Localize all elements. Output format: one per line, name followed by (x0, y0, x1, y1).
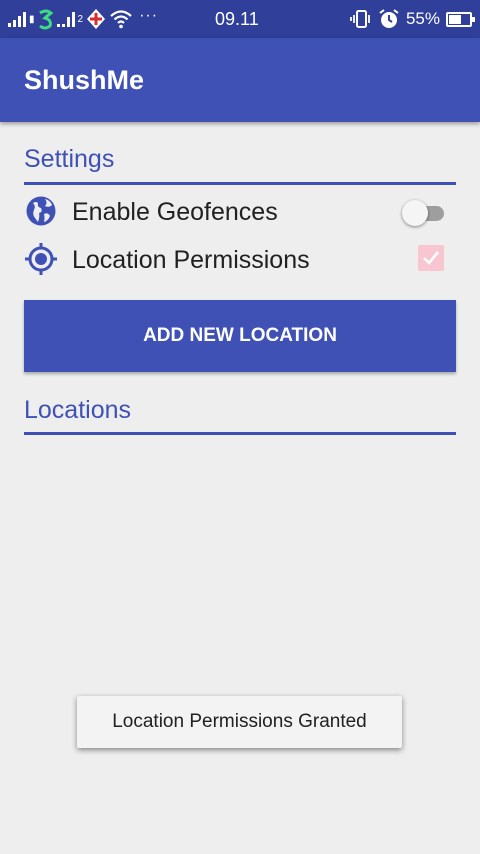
app-title: ShushMe (24, 65, 145, 95)
signal-strength-icon (8, 11, 26, 27)
status-time: 09.11 (215, 9, 259, 29)
signal-strength-2-icon (56, 11, 75, 27)
vibrate-icon (350, 10, 370, 28)
carrier-logo-icon (38, 9, 53, 30)
add-new-location-button[interactable]: ADD NEW LOCATION (24, 300, 456, 372)
locations-list (24, 436, 456, 686)
sim2-indicator: 2 (77, 13, 84, 25)
enable-geofences-row: Enable Geofences (24, 190, 456, 234)
battery-percent: 55% (405, 9, 440, 28)
locations-divider (24, 432, 456, 435)
status-bar: ▮ 2 ··· 09.11 55% (0, 0, 480, 38)
app-bar: ShushMe (0, 38, 480, 122)
status-icons-right: 55% (350, 8, 475, 30)
my-location-icon (25, 243, 57, 275)
toast-message: Location Permissions Granted (77, 696, 402, 748)
sim1-indicator: ▮ (29, 13, 35, 25)
battery-icon (446, 11, 475, 27)
location-permissions-row: Location Permissions (24, 238, 456, 282)
enable-geofences-switch[interactable] (402, 198, 444, 226)
status-icons-left: ▮ 2 ··· (8, 7, 158, 31)
checkmark-icon (423, 251, 440, 265)
alarm-icon (379, 9, 399, 28)
locations-section-title: Locations (24, 396, 132, 424)
settings-section-title: Settings (24, 145, 115, 173)
location-permissions-label: Location Permissions (72, 246, 310, 274)
location-permissions-checkbox[interactable] (418, 245, 444, 271)
globe-icon (26, 196, 56, 226)
enable-geofences-label: Enable Geofences (72, 198, 278, 226)
wifi-icon (110, 10, 132, 29)
more-notifications-icon: ··· (139, 7, 159, 24)
settings-divider (24, 182, 456, 185)
notification-app-icon (87, 9, 106, 29)
switch-thumb (402, 200, 428, 226)
